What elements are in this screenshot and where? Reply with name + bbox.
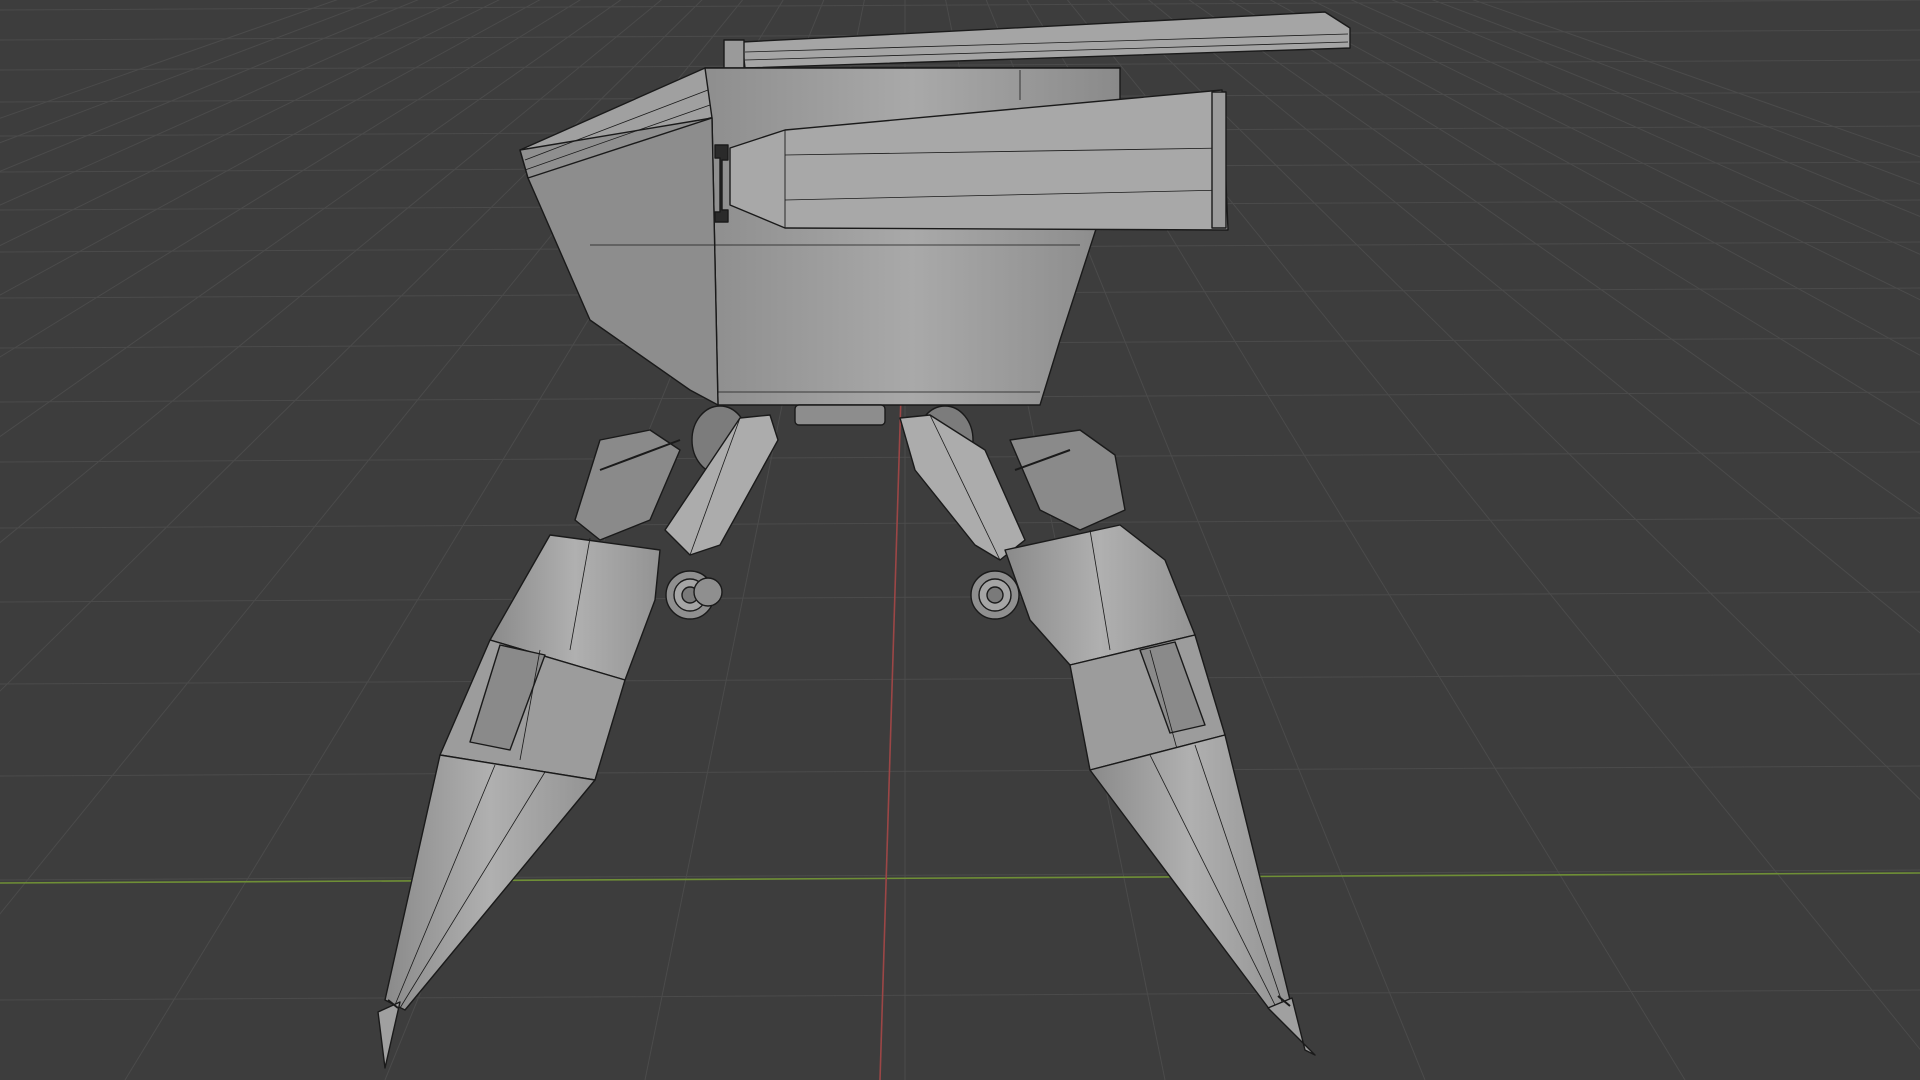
grid-line (0, 765, 1920, 777)
right-leg[interactable] (899, 414, 1316, 1056)
grid-line (0, 989, 1920, 1001)
grid-line (0, 591, 1920, 603)
wheel-right (970, 570, 1020, 620)
grid-line (0, 0, 1920, 11)
grid-line (0, 673, 1920, 685)
tripod-mech-model[interactable] (377, 11, 1351, 1069)
foot-spike-right (1267, 995, 1316, 1056)
left-leg[interactable] (377, 414, 779, 1069)
y-axis-line (879, 329, 904, 1080)
foot-spike-left (377, 999, 401, 1069)
viewport-canvas[interactable] (0, 0, 1920, 1080)
3d-viewport[interactable] (0, 0, 1920, 1080)
top-rail[interactable] (723, 11, 1351, 76)
wheel-left (665, 570, 723, 620)
